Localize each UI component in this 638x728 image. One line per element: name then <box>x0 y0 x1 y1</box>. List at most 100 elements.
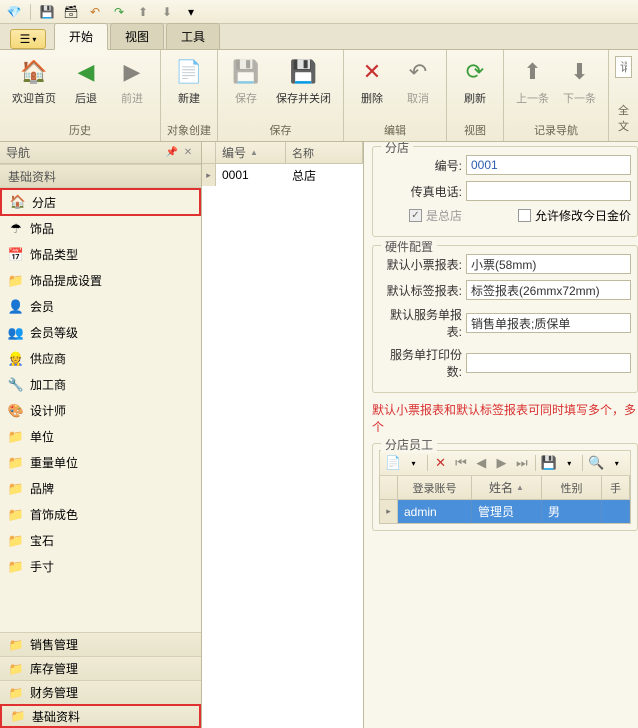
nav-bottom-list: 📁销售管理📁库存管理📁财务管理📁基础资料 <box>0 632 201 728</box>
save-label: 保存 <box>235 90 257 106</box>
dropdown-icon[interactable]: ▾ <box>560 453 578 473</box>
nav-item-2[interactable]: 📅饰品类型 <box>0 242 201 268</box>
undo-icon[interactable]: ↶ <box>85 2 105 22</box>
service-input[interactable] <box>466 313 631 333</box>
nav-last-icon: ⏭ <box>513 453 531 473</box>
col-gender[interactable]: 性别 <box>542 476 602 499</box>
nav-item-icon: 📁 <box>8 429 24 445</box>
ribbon-group-save: 💾 保存 💾 保存并关闭 保存 <box>218 50 344 141</box>
nav-item-14[interactable]: 📁 手寸 <box>0 554 201 580</box>
nav-down-icon: ⬇ <box>157 2 177 22</box>
ribbon-group-edit: ✕ 删除 ↶ 取消 编辑 <box>344 50 447 141</box>
nav-item-5[interactable]: 👥会员等级 <box>0 320 201 346</box>
nav-item-4[interactable]: 👤会员 <box>0 294 201 320</box>
col-account[interactable]: 登录账号 <box>398 476 472 499</box>
nav-item-label: 重量单位 <box>30 454 78 471</box>
nav-item-icon: 📁 <box>8 559 24 575</box>
nav-bottom-item-3[interactable]: 📁基础资料 <box>0 704 201 728</box>
list-row[interactable]: ▸ 0001 总店 <box>202 164 363 186</box>
redo-icon[interactable]: ↷ <box>109 2 129 22</box>
group-label-recnav: 记录导航 <box>510 121 602 139</box>
delete-row-button[interactable]: ✕ <box>431 453 449 473</box>
nav-item-11[interactable]: 📁品牌 <box>0 476 201 502</box>
customize-dropdown-icon[interactable]: ▾ <box>181 2 201 22</box>
nav-item-13[interactable]: 📁宝石 <box>0 528 201 554</box>
row-selector-col <box>202 142 216 163</box>
nav-item-8[interactable]: 🎨设计师 <box>0 398 201 424</box>
group-label-fulltext: 全文 <box>615 101 632 135</box>
ribbon-group-recnav: ⬆ 上一条 ⬇ 下一条 记录导航 <box>504 50 609 141</box>
quick-access-toolbar: 💎 💾 🗃 ↶ ↷ ⬆ ⬇ ▾ <box>0 0 638 24</box>
cell-gender: 男 <box>542 500 602 523</box>
new-row-button[interactable]: 📄 <box>384 453 402 473</box>
refresh-button[interactable]: ⟳ 刷新 <box>453 52 497 110</box>
back-icon: ◀ <box>70 56 102 88</box>
back-button[interactable]: ◀ 后退 <box>64 52 108 110</box>
nav-bottom-label: 基础资料 <box>32 708 80 725</box>
nav-section-basic[interactable]: 基础资料 <box>0 164 201 188</box>
col-mobile[interactable]: 手 <box>602 476 630 499</box>
search-button[interactable]: 🔍 <box>587 453 605 473</box>
save-close-icon[interactable]: 🗃 <box>61 2 81 22</box>
tag-input[interactable] <box>466 280 631 300</box>
nav-bottom-item-1[interactable]: 📁库存管理 <box>0 656 201 680</box>
col-code-label: 编号 <box>222 144 246 161</box>
pin-icon[interactable]: 📌 <box>165 146 179 160</box>
nav-bottom-item-0[interactable]: 📁销售管理 <box>0 632 201 656</box>
delete-label: 删除 <box>361 90 383 106</box>
nav-item-icon: 👤 <box>8 299 24 315</box>
allow-edit-checkbox[interactable]: 允许修改今日金价 <box>518 207 631 224</box>
fax-label: 传真电话: <box>379 183 462 200</box>
nav-item-10[interactable]: 📁重量单位 <box>0 450 201 476</box>
hardware-fieldset-title: 硬件配置 <box>381 238 437 255</box>
diamond-icon[interactable]: 💎 <box>4 2 24 22</box>
fulltext-search-input[interactable] <box>615 56 632 78</box>
nav-item-6[interactable]: 👷供应商 <box>0 346 201 372</box>
is-main-checkbox: ✓ 是总店 <box>409 207 462 224</box>
col-code[interactable]: 编号 ▲ <box>216 142 286 163</box>
save-close-button[interactable]: 💾 保存并关闭 <box>270 52 337 110</box>
dropdown-icon[interactable]: ▾ <box>404 453 422 473</box>
tab-view[interactable]: 视图 <box>110 23 164 49</box>
save-icon[interactable]: 💾 <box>37 2 57 22</box>
nav-item-0[interactable]: 🏠分店 <box>0 188 201 216</box>
staff-grid-row[interactable]: ▸ admin 管理员 男 <box>379 500 631 524</box>
refresh-icon: ⟳ <box>459 56 491 88</box>
nav-item-icon: 📁 <box>8 273 24 289</box>
navigation-panel: 导航 📌 ✕ 基础资料 🏠分店☂饰品📅饰品类型📁饰品提成设置👤会员👥会员等级👷供… <box>0 142 202 728</box>
copies-input[interactable] <box>466 353 631 373</box>
nav-item-3[interactable]: 📁饰品提成设置 <box>0 268 201 294</box>
tab-tools[interactable]: 工具 <box>166 23 220 49</box>
fax-input[interactable] <box>466 181 631 201</box>
tag-label: 默认标签报表: <box>379 282 462 299</box>
dropdown-icon[interactable]: ▾ <box>608 453 626 473</box>
cell-name: 总店 <box>286 164 363 186</box>
nav-item-9[interactable]: 📁单位 <box>0 424 201 450</box>
col-name[interactable]: 姓名 ▲ <box>472 476 542 499</box>
view-mode-dropdown[interactable]: ☰▾ <box>10 29 46 49</box>
tab-start[interactable]: 开始 <box>54 23 108 50</box>
group-label-edit: 编辑 <box>350 121 440 139</box>
list-header: 编号 ▲ 名称 <box>202 142 363 164</box>
export-button[interactable]: 💾 <box>540 453 558 473</box>
next-label: 下一条 <box>563 90 596 106</box>
separator <box>582 455 583 471</box>
delete-icon: ✕ <box>356 56 388 88</box>
forward-icon: ▶ <box>116 56 148 88</box>
col-name[interactable]: 名称 <box>286 142 363 163</box>
receipt-input[interactable] <box>466 254 631 274</box>
list-panel: 编号 ▲ 名称 ▸ 0001 总店 <box>202 142 364 728</box>
save-button: 💾 保存 <box>224 52 268 110</box>
nav-item-7[interactable]: 🔧加工商 <box>0 372 201 398</box>
nav-item-1[interactable]: ☂饰品 <box>0 216 201 242</box>
close-icon[interactable]: ✕ <box>181 146 195 160</box>
nav-bottom-item-2[interactable]: 📁财务管理 <box>0 680 201 704</box>
delete-button[interactable]: ✕ 删除 <box>350 52 394 110</box>
home-button[interactable]: 🏠 欢迎首页 <box>6 52 62 110</box>
next-icon: ⬇ <box>564 56 596 88</box>
nav-item-label: 手寸 <box>30 558 54 575</box>
nav-item-12[interactable]: 📁首饰成色 <box>0 502 201 528</box>
nav-bottom-label: 财务管理 <box>30 684 78 701</box>
code-input[interactable] <box>466 155 631 175</box>
new-button[interactable]: 📄 新建 <box>167 52 211 110</box>
